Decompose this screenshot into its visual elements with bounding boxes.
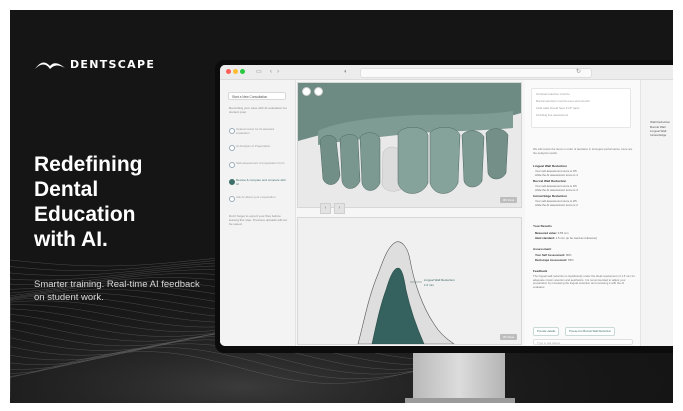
- section-label: Lingual Wall Reduction: [424, 278, 455, 282]
- step-label: Upload scans for AI-assisted evaluation: [236, 127, 275, 135]
- assessment-label: Dentscape Assessment:: [535, 258, 568, 262]
- mountain-swoosh-icon: [35, 62, 65, 69]
- step-label: AI Analysis of Preparation: [236, 144, 271, 148]
- cross-section-diagram: [357, 241, 455, 344]
- result-value: 1.5 mm (to be used as reference): [555, 236, 598, 240]
- viewport-nav: ‹ ›: [320, 203, 345, 214]
- sidebar-toggle-icon[interactable]: ▭: [256, 68, 262, 76]
- feedback-title: Feedback: [533, 269, 548, 273]
- section-line: while the AI assessment score is 3: [535, 188, 578, 192]
- step-circle-icon: [229, 145, 235, 151]
- section-title: Incisal Edge Reduction: [533, 194, 568, 198]
- step-label: Review & compare and compare with AI: [236, 178, 286, 186]
- section-title: Lingual Wall Reduction: [533, 164, 568, 168]
- assessment-label: Your Self Assessment:: [535, 253, 566, 257]
- back-arrow-icon[interactable]: ‹: [270, 68, 272, 76]
- viewport-3d[interactable]: 3D View: [297, 82, 522, 208]
- forward-arrow-icon[interactable]: ›: [277, 68, 279, 76]
- shield-icon: ◐: [344, 69, 348, 75]
- monitor-frame: ▭ ‹ › ◐ ↻ Start a New Consultation Recor…: [215, 60, 673, 353]
- checklist-item: Axial walls should have 6-10° taper: [536, 106, 580, 110]
- headline-line: with AI.: [34, 228, 108, 251]
- headline-line: Education: [34, 203, 136, 226]
- checklist-item: Occlusal reduction must be: [536, 92, 570, 96]
- step-item[interactable]: Self-assessment of preparation form: [229, 161, 289, 173]
- step-item[interactable]: Ask AI about your preparation: [229, 195, 289, 207]
- settings-icon[interactable]: [314, 87, 323, 96]
- step-item-active[interactable]: Review & compare and compare with AI: [229, 178, 289, 190]
- sidebar-note: Recording your case with AI evaluation f…: [229, 106, 287, 114]
- result-row: Ideal standard: 1.5 mm (to be used as re…: [535, 236, 597, 240]
- reload-icon[interactable]: ↻: [576, 68, 581, 76]
- provide-details-button[interactable]: Provide details: [533, 327, 560, 336]
- feedback-text: The lingual wall reduction is significan…: [533, 274, 635, 289]
- step-item[interactable]: AI Analysis of Preparation: [229, 144, 289, 156]
- maximize-window-dot[interactable]: [240, 69, 245, 74]
- new-consultation-button[interactable]: Start a New Consultation: [228, 92, 286, 100]
- banner: DENTSCAPE Redefining Dental Education wi…: [0, 0, 683, 411]
- hero-subline: Smarter training. Real-time AI feedback …: [34, 279, 200, 303]
- reduction-summary-panel: Wall Reduction Buccal Wall Lingual Wall …: [640, 80, 673, 346]
- brand-name: DENTSCAPE: [70, 58, 156, 71]
- address-bar[interactable]: [360, 68, 592, 78]
- section-line: while the AI assessment score is 2: [535, 203, 578, 207]
- step-item[interactable]: Upload scans for AI-assisted evaluation: [229, 127, 289, 139]
- assessment-value: 80%: [565, 253, 572, 257]
- headline-line: Dental: [34, 178, 99, 201]
- assessment-title: Assessment: [533, 247, 552, 251]
- close-window-dot[interactable]: [226, 69, 231, 74]
- section-title: Buccal Wall Reduction: [533, 179, 567, 183]
- result-label: Ideal standard:: [535, 236, 555, 240]
- result-row: Measured value: 0.55 mm: [535, 231, 569, 235]
- step-label: Self-assessment of preparation form: [236, 161, 285, 165]
- headline-line: Redefining: [34, 153, 143, 176]
- hero-panel: DENTSCAPE Redefining Dental Education wi…: [10, 10, 673, 403]
- summary-title: Wall Reduction: [650, 120, 671, 124]
- browser-toolbar: ▭ ‹ › ◐ ↻: [220, 65, 673, 80]
- view-badge: 2D View: [499, 334, 517, 340]
- assessment-value: 65%: [568, 258, 574, 262]
- steps-sidebar: Start a New Consultation Recording your …: [220, 80, 296, 346]
- monitor-stand: [413, 353, 505, 403]
- result-label: Measured value:: [535, 231, 557, 235]
- viewport-2d[interactable]: Lingual Wall Reduction 1.0 mm 2D View: [297, 217, 522, 345]
- step-circle-icon: [229, 162, 235, 168]
- next-arrow-icon[interactable]: ›: [334, 203, 345, 214]
- brand-logo[interactable]: DENTSCAPE: [35, 58, 155, 71]
- view-badge: 3D View: [499, 197, 517, 203]
- section-value: 1.0 mm: [424, 283, 435, 287]
- step-circle-icon: [229, 196, 235, 202]
- sidebar-footer-note: Don't forget to export your files before…: [229, 214, 287, 226]
- step-circle-icon: [229, 128, 235, 134]
- viewport-toolbar: [302, 87, 323, 96]
- checklist-item: Buccal reduction must be even and smooth: [536, 99, 590, 103]
- eye-icon[interactable]: [302, 87, 311, 96]
- proceed-next-button[interactable]: Proceed to Buccal Wall Reduction: [565, 327, 616, 336]
- teeth-3d-model: [298, 83, 521, 207]
- feedback-intro: We will review the items in order of dev…: [533, 147, 633, 155]
- summary-item: Incisal Edge: [650, 133, 667, 137]
- checklist-box: Occlusal reduction must be Buccal reduct…: [531, 88, 631, 128]
- assessment-row: Dentscape Assessment: 65%: [535, 258, 574, 262]
- app-screen: ▭ ‹ › ◐ ↻ Start a New Consultation Recor…: [220, 65, 673, 346]
- helper-chat-input[interactable]: Type to ask Helper: [533, 339, 633, 345]
- hero-headline: Redefining Dental Education with AI.: [34, 152, 224, 252]
- step-circle-icon: [229, 179, 235, 185]
- prev-arrow-icon[interactable]: ‹: [320, 203, 331, 214]
- monitor-stand-base: [405, 398, 515, 403]
- results-title: Your Results: [533, 224, 552, 228]
- result-value: 0.55 mm: [557, 231, 569, 235]
- assessment-row: Your Self Assessment: 80%: [535, 253, 572, 257]
- ai-feedback-panel: Occlusal reduction must be Buccal reduct…: [525, 80, 640, 346]
- minimize-window-dot[interactable]: [233, 69, 238, 74]
- checklist-item: Finishing line assessment: [536, 113, 569, 117]
- step-label: Ask AI about your preparation: [236, 195, 276, 199]
- section-line: while the AI assessment score is 4: [535, 173, 578, 177]
